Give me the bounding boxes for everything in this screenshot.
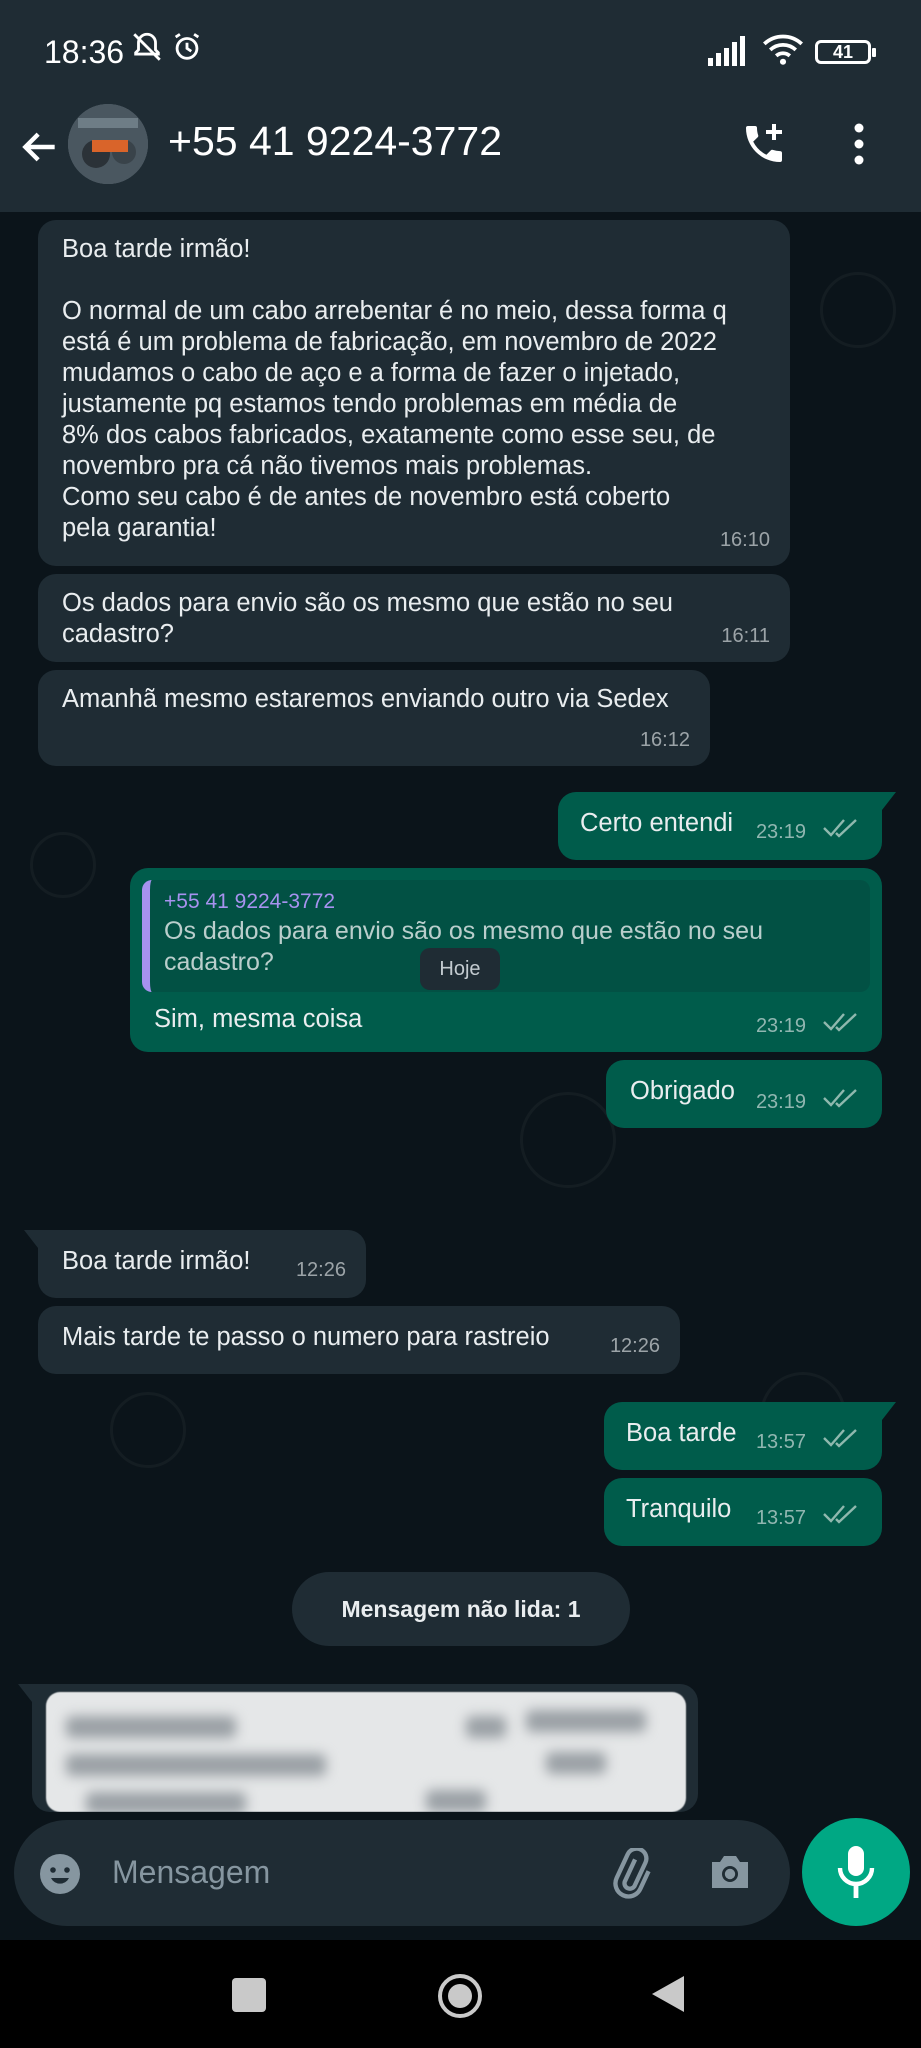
signal-icon	[708, 36, 752, 71]
message-bubble-outgoing-reply[interactable]: +55 41 9224-3772 Os dados para envio são…	[130, 868, 882, 1052]
message-bubble-outgoing[interactable]: Boa tarde 13:57	[604, 1402, 896, 1470]
avatar[interactable]	[68, 104, 148, 184]
read-ticks-icon	[822, 1426, 862, 1458]
message-time: 12:26	[609, 1335, 660, 1357]
back-arrow-icon[interactable]	[18, 125, 62, 174]
recents-square-icon[interactable]	[232, 1978, 266, 2012]
message-bubble-incoming[interactable]: Mais tarde te passo o numero para rastre…	[38, 1306, 680, 1374]
read-ticks-icon	[822, 1010, 862, 1042]
status-time: 18:36	[44, 34, 125, 70]
contact-name[interactable]: +55 41 9224-3772	[168, 118, 502, 165]
battery-indicator: 41	[815, 40, 876, 64]
quoted-text: Os dados para envio são os mesmo que est…	[164, 917, 763, 976]
message-bubble-outgoing[interactable]: Tranquilo 13:57	[604, 1478, 882, 1546]
message-time: 23:19	[755, 1091, 806, 1113]
message-text: Boa tarde irmão! O normal de um cabo arr…	[62, 235, 727, 542]
message-time: 16:10	[719, 529, 770, 551]
message-input[interactable]: Mensagem	[14, 1820, 790, 1926]
read-ticks-icon	[822, 816, 862, 848]
message-text: Certo entendi	[580, 809, 734, 837]
message-bubble-outgoing[interactable]: Certo entendi 23:19	[558, 792, 896, 860]
back-triangle-icon[interactable]	[650, 1974, 686, 2019]
wallpaper-doodle	[110, 1392, 186, 1468]
unread-messages-banner: Mensagem não lida: 1	[292, 1572, 630, 1646]
wallpaper-doodle	[520, 1092, 616, 1188]
message-bubble-outgoing[interactable]: Obrigado 23:19	[606, 1060, 882, 1128]
read-ticks-icon	[822, 1086, 862, 1118]
quoted-author: +55 41 9224-3772	[164, 890, 336, 913]
message-time: 13:57	[755, 1431, 806, 1453]
message-time: 23:19	[755, 1015, 806, 1037]
read-ticks-icon	[822, 1502, 862, 1534]
muted-bell-icon	[130, 30, 164, 69]
quoted-message[interactable]: +55 41 9224-3772 Os dados para envio são…	[142, 880, 870, 992]
more-options-icon[interactable]	[852, 122, 866, 171]
message-text: Os dados para envio são os mesmo que est…	[62, 589, 673, 648]
image-message-bubble[interactable]	[18, 1684, 698, 1812]
alarm-icon	[170, 30, 204, 69]
microphone-icon	[836, 1844, 876, 1905]
message-time: 12:26	[295, 1259, 346, 1281]
add-call-icon[interactable]	[740, 120, 788, 173]
message-time: 16:12	[639, 729, 690, 751]
blurred-image-preview[interactable]	[46, 1692, 686, 1812]
message-text: Mais tarde te passo o numero para rastre…	[62, 1323, 550, 1351]
attachment-clip-icon[interactable]	[604, 1846, 656, 1905]
message-bubble-incoming[interactable]: Boa tarde irmão! O normal de um cabo arr…	[38, 220, 790, 566]
input-placeholder: Mensagem	[112, 1854, 271, 1890]
wallpaper-doodle	[820, 272, 896, 348]
home-circle-icon[interactable]	[436, 1972, 484, 2025]
message-bubble-incoming[interactable]: Amanhã mesmo estaremos enviando outro vi…	[38, 670, 710, 766]
voice-message-button[interactable]	[802, 1818, 910, 1926]
message-bubble-incoming[interactable]: Boa tarde irmão! 12:26	[24, 1230, 366, 1298]
camera-icon[interactable]	[706, 1850, 754, 1899]
message-time: 23:19	[755, 821, 806, 843]
message-text: Sim, mesma coisa	[154, 1005, 363, 1033]
wallpaper-doodle	[30, 832, 96, 898]
status-bar: 18:36 41	[0, 0, 921, 100]
wifi-icon	[762, 32, 804, 71]
message-time: 13:57	[755, 1507, 806, 1529]
message-bubble-incoming[interactable]: Os dados para envio são os mesmo que est…	[38, 574, 790, 662]
system-navigation-bar	[0, 1940, 921, 2048]
message-text: Amanhã mesmo estaremos enviando outro vi…	[62, 685, 669, 713]
emoji-icon[interactable]	[36, 1850, 84, 1903]
date-separator: Hoje	[420, 948, 500, 990]
message-time: 16:11	[721, 625, 770, 647]
message-input-bar: Mensagem	[0, 1812, 921, 1940]
chat-header: +55 41 9224-3772	[0, 100, 921, 212]
